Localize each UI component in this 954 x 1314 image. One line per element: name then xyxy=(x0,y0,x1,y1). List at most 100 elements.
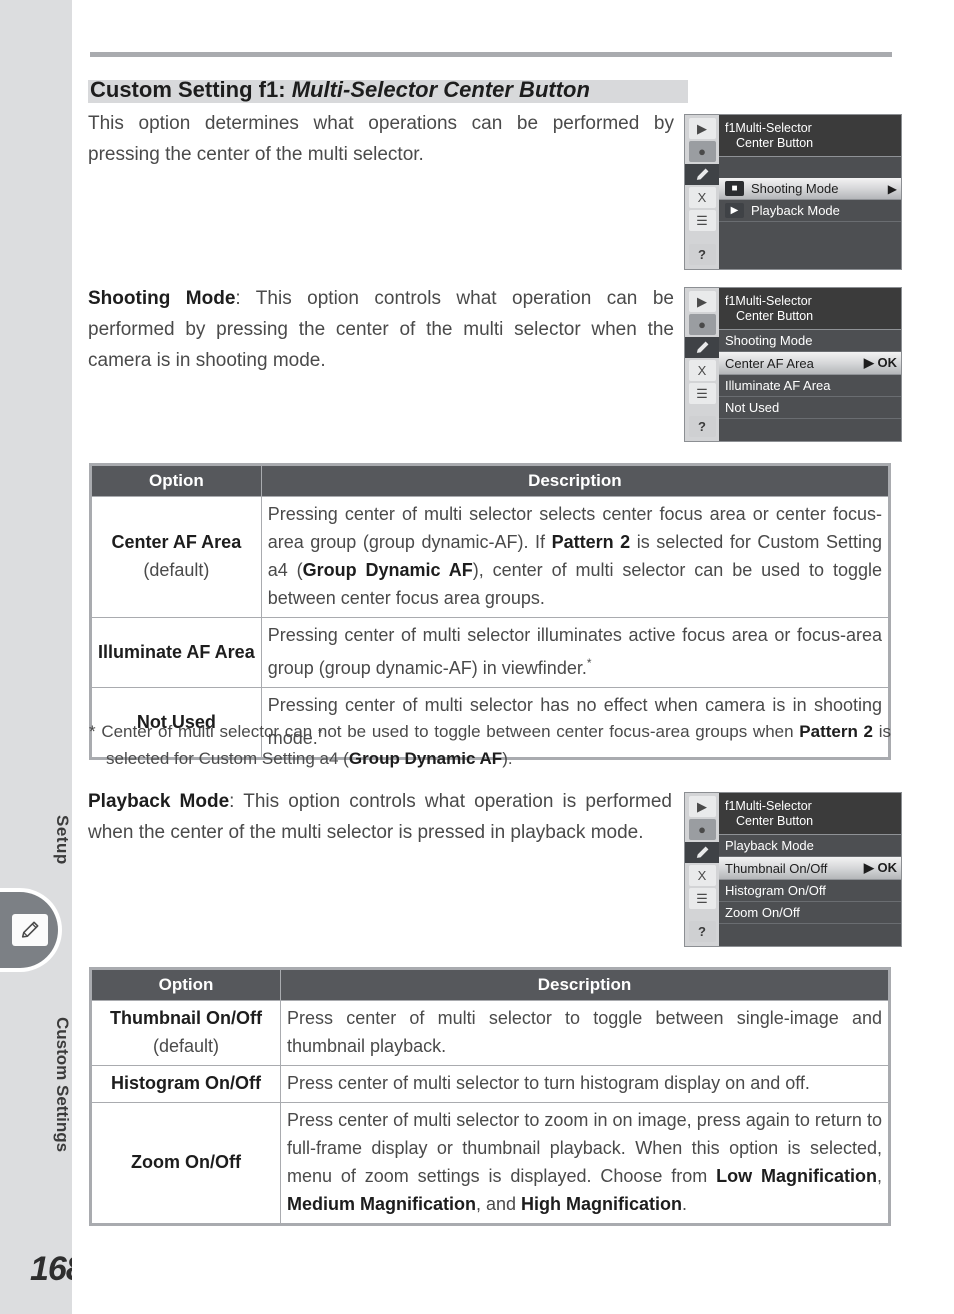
option-cell: Illuminate AF Area xyxy=(90,617,262,688)
playback-icon: ▶ xyxy=(688,796,716,817)
menu-row-blank xyxy=(719,222,901,243)
wrench-icon: Χ xyxy=(688,865,716,886)
option-name: Illuminate AF Area xyxy=(98,641,255,662)
desc-bold: Low Magnification xyxy=(716,1166,877,1186)
menu-item-histogram-on-off[interactable]: Histogram On/Off xyxy=(719,880,901,902)
table-row: Thumbnail On/Off (default) Press center … xyxy=(90,1000,890,1066)
sidebar-section-label-setup: Setup xyxy=(53,815,72,865)
camera-menu-screenshot-3: ▶ ● Χ ☰ ? f1Multi-Selector Center Button… xyxy=(684,792,902,947)
option-name: Center AF Area xyxy=(111,532,242,552)
wrench-icon: Χ xyxy=(688,360,716,381)
column-header-description: Description xyxy=(280,968,890,1001)
menu-row-blank xyxy=(719,157,901,178)
ok-indicator: ▶ OK xyxy=(863,355,897,370)
footnote-mark: * xyxy=(586,656,592,670)
list-icon: ☰ xyxy=(688,210,716,231)
camera-menu-screenshot-2: ▶ ● Χ ☰ ? f1Multi-Selector Center Button… xyxy=(684,287,902,442)
menu-body: f1Multi-Selector Center Button Playback … xyxy=(719,793,901,946)
footnote-bold: Group Dynamic AF xyxy=(348,749,503,768)
page-title: Custom Setting f1: Multi-Selector Center… xyxy=(88,76,688,104)
menu-item-playback-mode[interactable]: ▶ Playback Mode xyxy=(719,200,901,222)
menu-title: f1Multi-Selector Center Button xyxy=(719,288,901,330)
menu-item-thumbnail-on-off[interactable]: Thumbnail On/Off ▶ OK xyxy=(719,857,901,880)
table-row: Illuminate AF Area Pressing center of mu… xyxy=(90,617,891,688)
desc-text: . xyxy=(682,1194,688,1214)
description-cell: Pressing center of multi selector illumi… xyxy=(260,617,891,688)
option-cell: Center AF Area (default) xyxy=(90,496,262,618)
menu-item-label: Thumbnail On/Off xyxy=(725,860,828,876)
table-row: Center AF Area (default) Pressing center… xyxy=(90,496,891,618)
desc-bold: Group Dynamic AF xyxy=(302,560,473,580)
table-header-row: Option Description xyxy=(90,968,890,1001)
desc-bold: High Magnification xyxy=(521,1194,683,1214)
header-rule xyxy=(90,52,892,57)
menu-item-label: Shooting Mode xyxy=(725,333,813,348)
ok-indicator: ▶ OK xyxy=(863,860,897,875)
option-name: Zoom On/Off xyxy=(131,1152,241,1172)
option-cell: Histogram On/Off xyxy=(90,1065,281,1103)
playback-icon: ▶ xyxy=(688,291,716,312)
shooting-mode-paragraph: Shooting Mode: This option controls what… xyxy=(88,283,674,376)
menu-item-label: Playback Mode xyxy=(725,838,814,853)
menu-title: f1Multi-Selector Center Button xyxy=(719,793,901,835)
menu-title: f1Multi-Selector Center Button xyxy=(719,115,901,157)
menu-item-shooting-mode[interactable]: ■ Shooting Mode ▶ xyxy=(719,178,901,200)
menu-body: f1Multi-Selector Center Button ■ Shootin… xyxy=(719,115,901,269)
menu-icon-rail: ▶ ● Χ ☰ ? xyxy=(685,793,719,946)
page-sidebar: Setup Custom Settings 168 xyxy=(0,0,85,1314)
list-icon: ☰ xyxy=(688,383,716,404)
menu-title-line1: f1Multi-Selector xyxy=(725,121,812,135)
page-title-italic: Multi-Selector Center Button xyxy=(291,77,590,102)
menu-title-line1: f1Multi-Selector xyxy=(725,799,812,813)
help-icon: ? xyxy=(688,921,716,942)
desc-bold: Medium Magnification xyxy=(287,1194,476,1214)
sidebar-tab-custom-settings[interactable] xyxy=(0,888,62,972)
table-header-row: Option Description xyxy=(90,464,891,497)
intro-paragraph: This option determines what operations c… xyxy=(88,113,674,165)
menu-title-line2: Center Button xyxy=(736,814,814,828)
column-header-description: Description xyxy=(260,464,891,497)
table-row: Zoom On/Off Press center of multi select… xyxy=(90,1102,890,1225)
desc-text: Press center of multi selector to turn h… xyxy=(287,1073,810,1093)
menu-item-playback-mode[interactable]: Playback Mode xyxy=(719,835,901,857)
playback-mode-options-table: Option Description Thumbnail On/Off (def… xyxy=(89,967,891,1226)
pencil-icon xyxy=(685,842,719,863)
shooting-mode-term: Shooting Mode xyxy=(88,288,236,309)
menu-item-not-used[interactable]: Not Used xyxy=(719,397,901,419)
menu-item-illuminate-af-area[interactable]: Illuminate AF Area xyxy=(719,375,901,397)
option-default-note: (default) xyxy=(152,1036,220,1056)
pencil-icon xyxy=(685,337,719,358)
camera-icon: ■ xyxy=(725,181,744,196)
shooting-mode-options-table: Option Description Center AF Area (defau… xyxy=(89,463,891,760)
menu-item-shooting-mode[interactable]: Shooting Mode xyxy=(719,330,901,352)
playback-mode-term: Playback Mode xyxy=(88,791,230,812)
pencil-icon xyxy=(12,914,48,946)
option-default-note: (default) xyxy=(143,560,210,580)
description-cell: Press center of multi selector to zoom i… xyxy=(280,1102,890,1225)
desc-text: , and xyxy=(476,1194,522,1214)
camera-icon: ● xyxy=(688,141,716,162)
desc-text: Pressing center of multi selector illumi… xyxy=(267,625,882,678)
desc-bold: Pattern 2 xyxy=(551,532,631,552)
menu-item-center-af-area[interactable]: Center AF Area ▶ OK xyxy=(719,352,901,375)
wrench-icon: Χ xyxy=(688,187,716,208)
menu-title-line2: Center Button xyxy=(736,136,814,150)
description-cell: Pressing center of multi selector select… xyxy=(260,496,891,618)
menu-item-label: Zoom On/Off xyxy=(725,905,800,920)
page-title-prefix: Custom Setting f1: xyxy=(90,77,286,102)
camera-menu-screenshot-1: ▶ ● Χ ☰ ? f1Multi-Selector Center Button… xyxy=(684,114,902,270)
menu-title-line2: Center Button xyxy=(736,309,814,323)
menu-item-label: Playback Mode xyxy=(751,203,840,218)
camera-icon: ● xyxy=(688,819,716,840)
help-icon: ? xyxy=(688,244,716,265)
camera-icon: ● xyxy=(688,314,716,335)
footnote-bold: Pattern 2 xyxy=(799,722,874,741)
description-cell: Press center of multi selector to turn h… xyxy=(280,1065,890,1103)
menu-item-zoom-on-off[interactable]: Zoom On/Off xyxy=(719,902,901,924)
menu-item-label: Center AF Area xyxy=(725,355,814,371)
table-footnote: * Center of multi selector can not be us… xyxy=(89,718,891,772)
menu-rows: ■ Shooting Mode ▶ ▶ Playback Mode xyxy=(719,157,901,269)
desc-text: , xyxy=(876,1166,882,1186)
page-content: Custom Setting f1: Multi-Selector Center… xyxy=(72,0,954,1314)
option-cell: Thumbnail On/Off (default) xyxy=(90,1000,281,1066)
